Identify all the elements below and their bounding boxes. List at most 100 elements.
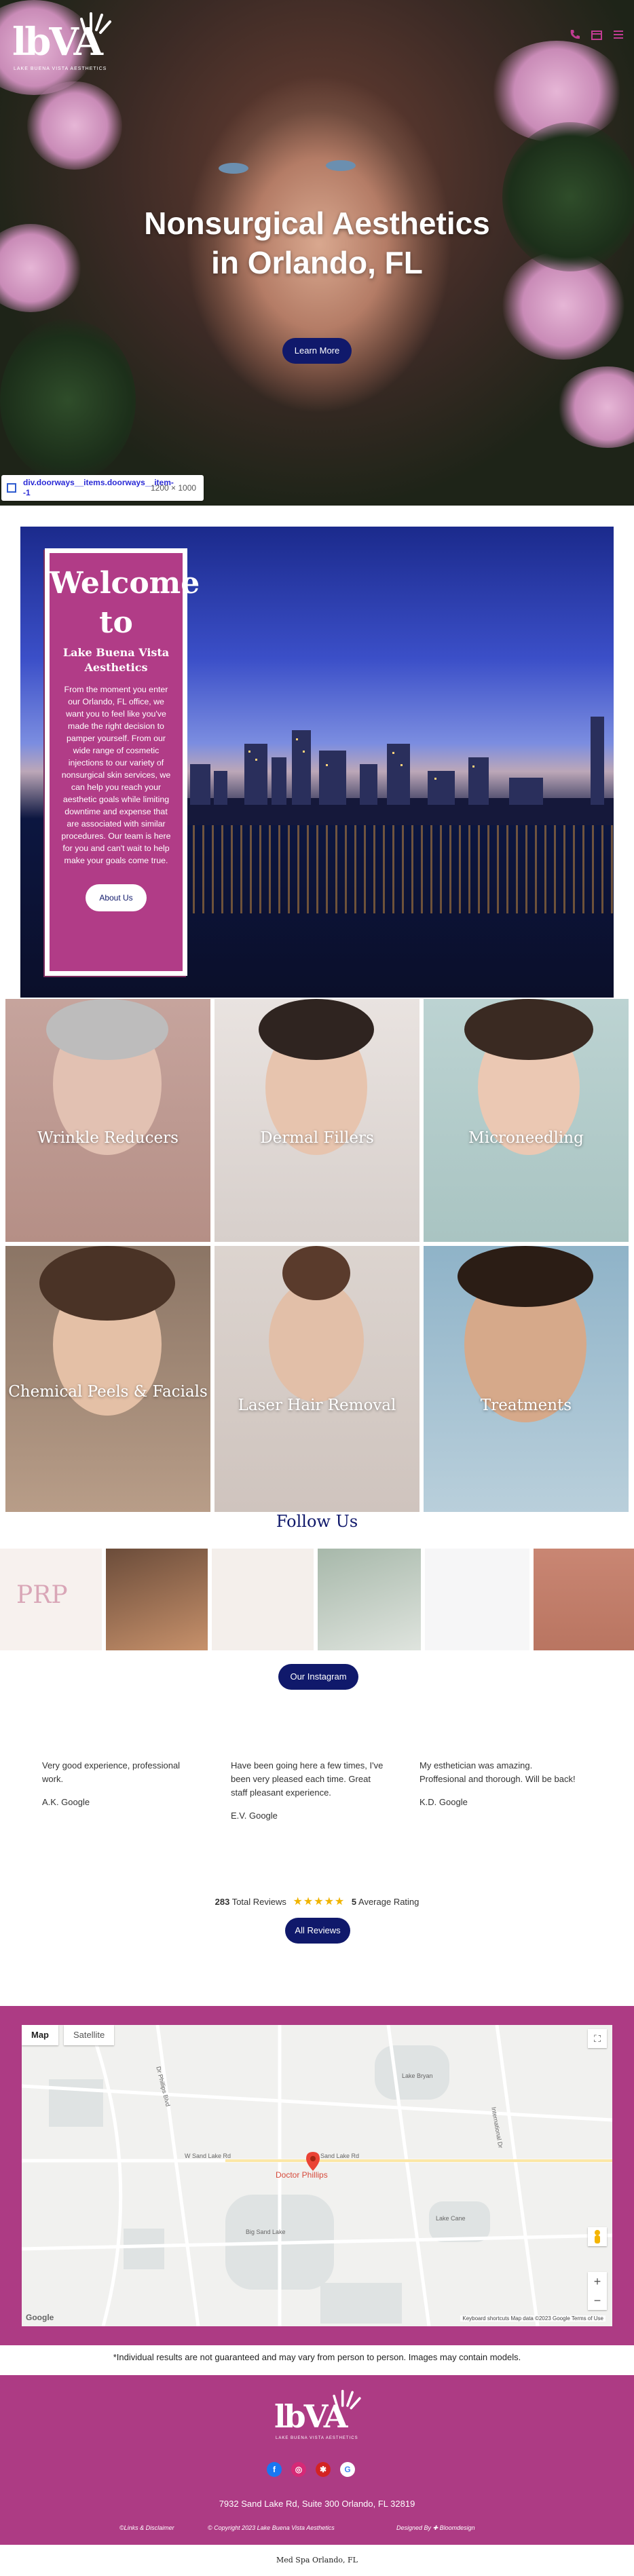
model-hair (39, 1246, 175, 1321)
footer: lbVA LAKE BUENA VISTA AESTHETICS (0, 2375, 634, 2545)
flower-decoration (27, 81, 122, 170)
tooltip-size: 1200 × 1000 (151, 483, 197, 493)
eye-right (326, 160, 356, 171)
menu-icon[interactable] (612, 29, 624, 41)
yelp-icon[interactable]: ✱ (316, 2462, 331, 2477)
service-dermal-fillers[interactable]: Dermal Fillers (215, 999, 419, 1242)
star-rating-icon: ★★★★★ (293, 1896, 346, 1908)
map-pin-icon[interactable] (305, 2151, 320, 2172)
instagram-post[interactable] (534, 1549, 634, 1650)
review-text: Have been going here a few times, I've b… (231, 1760, 384, 1798)
welcome-card: Welcome to Lake Buena Vista Aesthetics F… (45, 548, 200, 976)
review-card: My esthetician was amazing. Proffesional… (419, 1759, 576, 1809)
map-pin-label: Doctor Phillips (276, 2170, 328, 2180)
service-microneedling[interactable]: Microneedling (424, 999, 629, 1242)
map-attribution[interactable]: Keyboard shortcuts Map data ©2023 Google… (460, 2315, 605, 2322)
all-reviews-button[interactable]: All Reviews (285, 1918, 350, 1944)
google-icon[interactable]: G (340, 2462, 355, 2477)
google-logo: Google (26, 2313, 54, 2322)
review-count-label: Total Reviews (231, 1897, 286, 1907)
instagram-icon[interactable]: ◎ (291, 2462, 306, 2477)
service-label: Dermal Fillers (260, 1129, 374, 1147)
service-chemical-peels[interactable]: Chemical Peels & Facials (5, 1246, 210, 1512)
flower-decoration (0, 224, 81, 312)
instagram-post[interactable] (106, 1549, 208, 1650)
service-laser-hair-removal[interactable]: Laser Hair Removal (215, 1246, 419, 1512)
review-text: Very good experience, professional work. (42, 1760, 181, 1784)
service-treatments[interactable]: Treatments (424, 1246, 629, 1512)
model-hair (282, 1246, 350, 1300)
review-count: 283 (215, 1897, 230, 1907)
review-text: My esthetician was amazing. Proffesional… (419, 1760, 576, 1784)
zoom-in-icon[interactable]: + (588, 2272, 607, 2291)
header-actions (569, 29, 624, 41)
learn-more-button[interactable]: Learn More (282, 338, 352, 364)
model-hair (46, 999, 168, 1060)
ig-post-text: PRP (16, 1581, 68, 1609)
review-card: Very good experience, professional work.… (42, 1759, 198, 1809)
instagram-post[interactable] (425, 1549, 529, 1650)
map-street-label: Lake Cane (436, 2215, 466, 2222)
footer-address[interactable]: 7932 Sand Lake Rd, Suite 300 Orlando, FL… (0, 2499, 634, 2509)
review-author: K.D. Google (419, 1797, 468, 1807)
about-us-button[interactable]: About Us (86, 884, 147, 911)
map-street-label: W Sand Lake Rd (185, 2153, 231, 2159)
our-instagram-button[interactable]: Our Instagram (278, 1664, 358, 1690)
page: lbVA LAKE BUENA VISTA AESTHETICS Nonsurg… (0, 0, 634, 2576)
links-disclaimer-link[interactable]: ©Links & Disclaimer (119, 2524, 174, 2531)
map-tab-map[interactable]: Map (22, 2025, 58, 2045)
service-label: Chemical Peels & Facials (8, 1383, 208, 1401)
rating-summary: 283 Total Reviews ★★★★★ 5 Average Rating (0, 1895, 634, 1908)
hero-title: Nonsurgical Aesthetics in Orlando, FL (144, 206, 490, 280)
instagram-post[interactable] (212, 1549, 314, 1650)
flower-decoration (557, 366, 634, 448)
follow-us-heading: Follow Us (276, 1512, 358, 1531)
model-hair (464, 999, 593, 1060)
map-street-label: Big Sand Lake (246, 2229, 286, 2235)
service-wrinkle-reducers[interactable]: Wrinkle Reducers (5, 999, 210, 1242)
welcome-body: From the moment you enter our Orlando, F… (61, 685, 171, 865)
review-author: E.V. Google (231, 1811, 278, 1821)
bottom-tagline: Med Spa Orlando, FL (276, 2556, 358, 2564)
google-map[interactable]: Doctor Phillips Sand Lake Rd W Sand Lake… (22, 2025, 612, 2326)
average-rating-label: Average Rating (358, 1897, 419, 1907)
designer-credit-link[interactable]: Designed By ✚ Bloomdesign (396, 2524, 475, 2532)
average-rating: 5 (351, 1897, 357, 1907)
social-links: f ◎ ✱ G (267, 2462, 355, 2477)
logo-tagline: LAKE BUENA VISTA AESTHETICS (14, 67, 107, 71)
zoom-out-icon[interactable]: − (588, 2291, 607, 2310)
water-reflections (183, 825, 614, 913)
zoom-controls: + − (588, 2272, 607, 2310)
disclaimer: *Individual results are not guaranteed a… (113, 2352, 521, 2362)
service-label: Wrinkle Reducers (37, 1129, 179, 1147)
devtools-tooltip: div.doorways__items.doorways__item--1 12… (1, 475, 204, 501)
model-hair (259, 999, 374, 1060)
instagram-post[interactable] (318, 1549, 421, 1650)
map-tab-satellite[interactable]: Satellite (64, 2025, 115, 2045)
review-author: A.K. Google (42, 1797, 90, 1807)
welcome-subheading: Lake Buena Vista Aesthetics (62, 646, 170, 674)
logo-sun-icon (80, 12, 111, 34)
calendar-icon[interactable] (591, 29, 603, 41)
element-icon (7, 483, 16, 493)
phone-icon[interactable] (569, 29, 581, 41)
site-logo[interactable]: lbVA LAKE BUENA VISTA AESTHETICS (11, 10, 113, 71)
instagram-post[interactable]: PRP (0, 1549, 102, 1650)
map-street-label: Lake Bryan (402, 2072, 433, 2079)
fullscreen-icon[interactable]: ⛶ (588, 2029, 607, 2048)
copyright-text: © Copyright 2023 Lake Buena Vista Aesthe… (208, 2524, 335, 2531)
service-label: Laser Hair Removal (238, 1397, 396, 1414)
map-street-label: Sand Lake Rd (320, 2153, 360, 2159)
service-label: Treatments (480, 1397, 572, 1414)
footer-logo-tagline: LAKE BUENA VISTA AESTHETICS (276, 2436, 358, 2440)
review-card: Have been going here a few times, I've b… (231, 1759, 387, 1823)
footer-logo[interactable]: lbVA LAKE BUENA VISTA AESTHETICS (274, 2387, 362, 2442)
leaf-decoration (502, 122, 634, 271)
street-view-pegman-icon[interactable] (588, 2227, 607, 2246)
eye-left (219, 163, 248, 174)
leaf-decoration (0, 319, 136, 482)
hero-section: lbVA LAKE BUENA VISTA AESTHETICS Nonsurg… (0, 0, 634, 506)
service-label: Microneedling (468, 1129, 584, 1147)
model-hair (458, 1246, 593, 1307)
facebook-icon[interactable]: f (267, 2462, 282, 2477)
